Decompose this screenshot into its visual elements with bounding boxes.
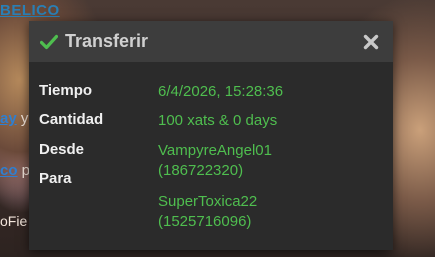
chat-group-title[interactable]: BELICO: [0, 2, 60, 19]
tiempo-label: Tiempo: [39, 82, 93, 99]
dialog-header[interactable]: Transferir: [29, 21, 393, 62]
desde-label: Desde: [39, 141, 85, 158]
dialog-title: Transferir: [65, 31, 149, 51]
chat-message-text: oFie: [0, 213, 28, 229]
chat-username-link[interactable]: co: [0, 162, 18, 179]
chat-message-text: y: [16, 110, 29, 127]
cantidad-label: Cantidad: [39, 111, 104, 128]
para-label: Para: [39, 170, 72, 187]
chat-username-link[interactable]: ay: [0, 110, 17, 127]
para-username: SuperToxica22: [158, 193, 258, 210]
cantidad-value: 100 xats & 0 days: [158, 112, 278, 129]
check-icon: [39, 32, 59, 52]
close-icon: [363, 34, 379, 49]
para-user[interactable]: SuperToxica22 (1525716096): [158, 192, 257, 232]
desde-user-id: (186722320): [158, 162, 244, 179]
desde-username: VampyreAngel01: [158, 142, 272, 159]
transfer-dialog: Transferir Tiempo 6/4/2026, 15:28:36 Can…: [29, 21, 393, 250]
chat-message-line: co p: [0, 162, 30, 179]
desde-user[interactable]: VampyreAngel01 (186722320): [158, 141, 272, 181]
para-user-id: (1525716096): [158, 213, 252, 230]
close-button[interactable]: [361, 32, 381, 52]
tiempo-value: 6/4/2026, 15:28:36: [158, 83, 284, 100]
chat-message-line: ay y: [0, 110, 28, 127]
